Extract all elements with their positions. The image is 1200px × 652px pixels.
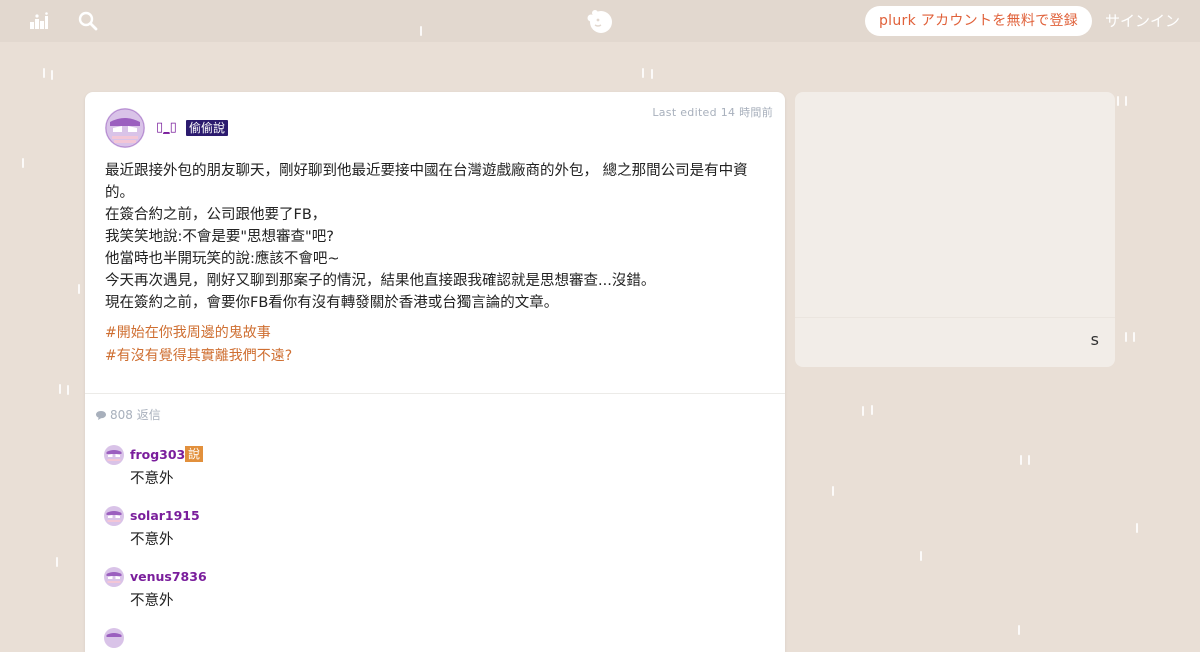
- poster-name[interactable]: ▯_▯: [156, 120, 177, 135]
- rain-streak: [1018, 625, 1020, 635]
- top-bar: plurk アカウントを無料で登録 サインイン: [0, 0, 1200, 42]
- rain-streak: [832, 486, 834, 496]
- content-line: 最近跟接外包的朋友聊天，剛好聊到他最近要接中國在台灣遊戲廠商的外包， 總之那間公…: [105, 163, 748, 201]
- divider: [85, 393, 785, 394]
- rain-streak: [51, 70, 53, 80]
- response-text: 不意外: [130, 532, 174, 548]
- rain-streak: [59, 384, 61, 394]
- responder-avatar[interactable]: [104, 567, 124, 587]
- rain-streak: [1125, 96, 1127, 106]
- response-count: 808 返信: [95, 406, 161, 424]
- side-panel-text: s: [1090, 330, 1099, 349]
- responder-avatar[interactable]: [104, 628, 124, 648]
- responder-avatar[interactable]: [104, 506, 124, 526]
- stats-icon[interactable]: [29, 11, 49, 31]
- rain-streak: [1117, 96, 1119, 106]
- signin-link[interactable]: サインイン: [1105, 10, 1180, 32]
- rain-streak: [420, 26, 422, 36]
- rain-streak: [56, 557, 58, 567]
- rain-streak: [67, 385, 69, 395]
- rain-streak: [22, 158, 24, 168]
- rain-streak: [871, 405, 873, 415]
- responder-name[interactable]: solar1915: [130, 508, 200, 523]
- responder-name[interactable]: venus7836: [130, 569, 207, 584]
- hashtag-link[interactable]: #有沒有覺得其實離我們不遠?: [105, 345, 292, 368]
- qualifier-badge: 偷偷說: [186, 120, 229, 136]
- rain-streak: [642, 68, 644, 78]
- response-count-text: 808 返信: [110, 408, 161, 422]
- rain-streak: [1028, 455, 1030, 465]
- rain-streak: [862, 406, 864, 416]
- plurk-card: Last edited 14 時間前 ▯_▯ 偷偷說 最近跟接外包的朋友聊天，剛…: [85, 92, 785, 652]
- hashtag-list: #開始在你我周邊的鬼故事 #有沒有覺得其實離我們不遠?: [105, 322, 292, 368]
- last-edited-time: Last edited 14 時間前: [652, 106, 773, 119]
- comment-bubble-icon: [95, 410, 107, 424]
- side-divider: [795, 317, 1115, 318]
- poster-avatar[interactable]: [105, 108, 145, 148]
- rain-streak: [78, 284, 80, 294]
- responder-avatar[interactable]: [104, 445, 124, 465]
- plurk-content: 最近跟接外包的朋友聊天，剛好聊到他最近要接中國在台灣遊戲廠商的外包， 總之那間公…: [105, 160, 765, 314]
- rain-streak: [920, 551, 922, 561]
- plurk-logo-icon[interactable]: [586, 7, 614, 35]
- content-line: 在簽合約之前，公司跟他要了FB，: [105, 207, 327, 223]
- response-text: 不意外: [130, 593, 174, 609]
- rain-streak: [1136, 523, 1138, 533]
- response-text: 不意外: [130, 471, 174, 487]
- hashtag-link[interactable]: #開始在你我周邊的鬼故事: [105, 322, 292, 345]
- rain-streak: [43, 68, 45, 78]
- content-line: 我笑笑地說:不會是要"思想審查"吧?: [105, 229, 334, 245]
- rain-streak: [651, 69, 653, 79]
- rain-streak: [1133, 332, 1135, 342]
- content-line: 今天再次遇見，剛好又聊到那案子的情況，結果他直接跟我確認就是思想審查...沒錯。: [105, 273, 656, 289]
- responder-qualifier: 說: [185, 446, 204, 462]
- rain-streak: [1125, 332, 1127, 342]
- signup-button[interactable]: plurk アカウントを無料で登録: [865, 6, 1093, 36]
- search-icon[interactable]: [78, 11, 98, 31]
- content-line: 現在簽約之前，會要你FB看你有沒有轉發關於香港或台獨言論的文章。: [105, 295, 559, 311]
- side-panel: s: [795, 92, 1115, 367]
- rain-streak: [1020, 455, 1022, 465]
- content-line: 他當時也半開玩笑的說:應該不會吧~: [105, 251, 340, 267]
